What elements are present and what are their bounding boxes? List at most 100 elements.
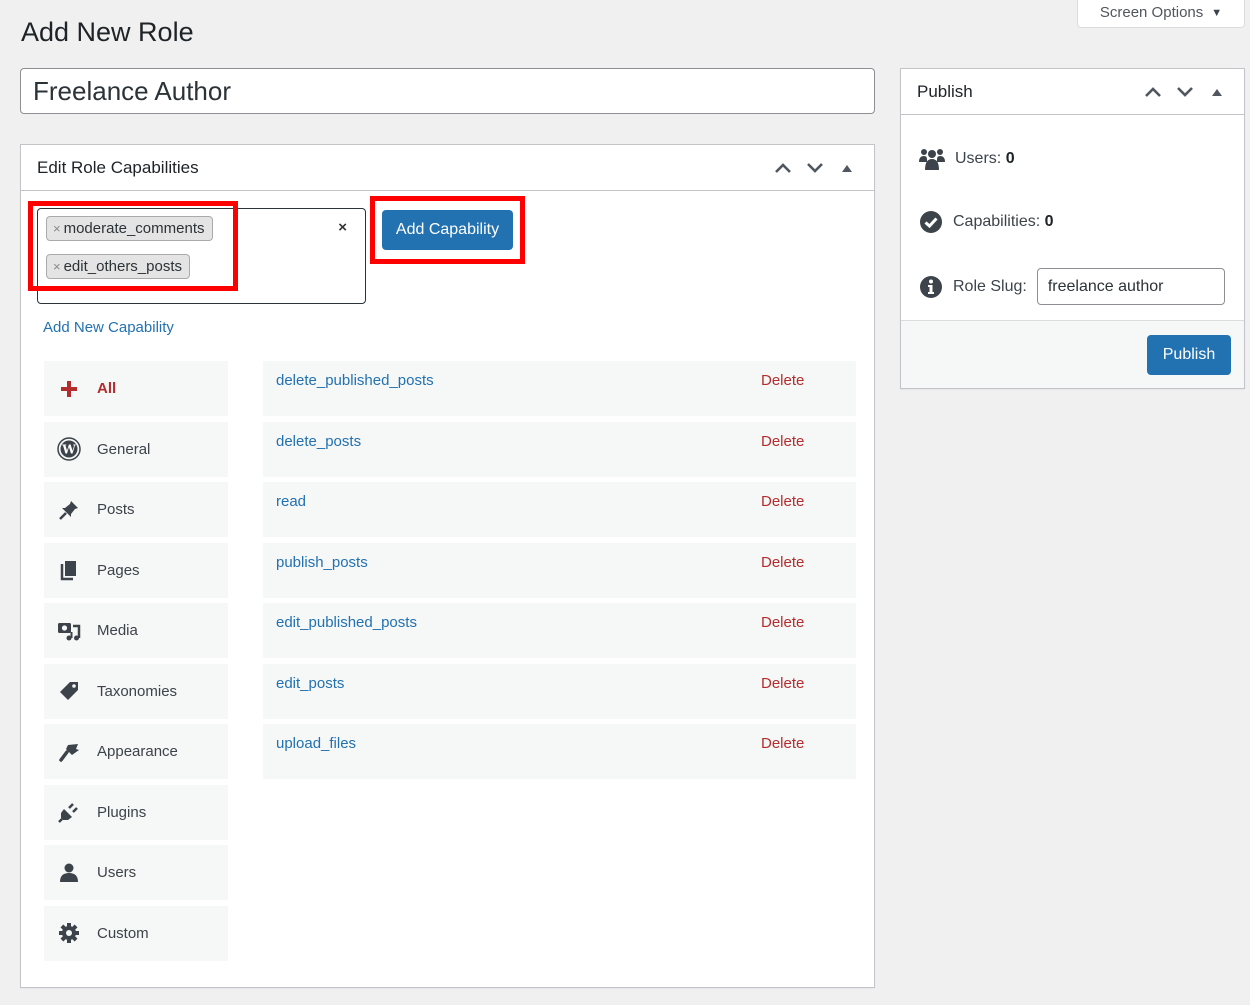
media-icon xyxy=(56,618,82,644)
tag-label: edit_others_posts xyxy=(63,258,183,275)
capability-link[interactable]: edit_published_posts xyxy=(276,614,417,631)
users-count-row: Users: 0 xyxy=(919,147,1015,171)
postbox-header: Publish xyxy=(901,69,1244,115)
category-label: General xyxy=(97,440,151,458)
category-all[interactable]: All xyxy=(44,361,228,416)
users-group-icon xyxy=(919,149,945,170)
plug-icon xyxy=(56,799,82,825)
postbox-title: Publish xyxy=(917,81,973,101)
chevron-up-icon xyxy=(775,162,791,173)
handle-actions xyxy=(1140,79,1230,105)
capability-category-list: All W General Posts Pages Media Taxonomi… xyxy=(44,361,228,966)
capability-link[interactable]: read xyxy=(276,493,306,510)
move-up-button[interactable] xyxy=(770,155,796,181)
publish-button[interactable]: Publish xyxy=(1147,335,1231,375)
delete-capability-link[interactable]: Delete xyxy=(761,493,804,510)
capabilities-label: Capabilities: xyxy=(953,213,1041,230)
capability-row: read Delete xyxy=(263,482,856,537)
category-plugins[interactable]: Plugins xyxy=(44,784,228,840)
move-down-button[interactable] xyxy=(802,155,828,181)
remove-tag-icon[interactable]: × xyxy=(53,259,61,274)
role-slug-input[interactable] xyxy=(1036,268,1225,305)
remove-tag-icon[interactable]: × xyxy=(53,221,61,236)
category-posts[interactable]: Posts xyxy=(44,482,228,537)
triangle-up-icon xyxy=(1212,88,1222,96)
category-label: Media xyxy=(97,622,138,639)
add-new-capability-link[interactable]: Add New Capability xyxy=(43,319,174,336)
category-media[interactable]: Media xyxy=(44,603,228,658)
capability-row: delete_published_posts Delete xyxy=(263,361,856,416)
postbox-header: Edit Role Capabilities xyxy=(21,145,874,191)
capability-link[interactable]: edit_posts xyxy=(276,675,344,692)
toggle-panel-button[interactable] xyxy=(834,155,860,181)
category-general[interactable]: W General xyxy=(44,421,228,477)
delete-capability-link[interactable]: Delete xyxy=(761,735,804,752)
role-name-input[interactable] xyxy=(20,68,875,114)
add-capability-button[interactable]: Add Capability xyxy=(382,210,513,250)
postbox-title: Edit Role Capabilities xyxy=(37,157,199,177)
capability-multiselect[interactable]: × moderate_comments × edit_others_posts … xyxy=(37,208,366,304)
users-label: Users: xyxy=(955,150,1002,167)
move-down-button[interactable] xyxy=(1172,79,1198,105)
chevron-down-icon xyxy=(1177,86,1193,97)
info-icon xyxy=(920,275,942,298)
check-circle-icon xyxy=(920,211,942,233)
delete-capability-link[interactable]: Delete xyxy=(761,614,804,631)
capability-row: upload_files Delete xyxy=(263,724,856,779)
capability-link[interactable]: delete_published_posts xyxy=(276,372,434,389)
chevron-up-icon xyxy=(1145,86,1161,97)
capability-row: edit_posts Delete xyxy=(263,663,856,719)
tag-icon xyxy=(56,678,82,704)
svg-text:W: W xyxy=(61,443,76,457)
delete-capability-link[interactable]: Delete xyxy=(761,433,804,450)
category-taxonomies[interactable]: Taxonomies xyxy=(44,663,228,719)
pushpin-icon xyxy=(56,497,82,523)
capability-list: delete_published_posts Delete delete_pos… xyxy=(263,361,856,785)
toggle-panel-button[interactable] xyxy=(1204,79,1230,105)
screen-options-button[interactable]: Screen Options ▼ xyxy=(1077,0,1245,28)
triangle-up-icon xyxy=(842,164,852,172)
capability-row: publish_posts Delete xyxy=(263,542,856,598)
page-title: Add New Role xyxy=(21,17,194,47)
capabilities-count-row: Capabilities: 0 xyxy=(919,210,1054,234)
capability-link[interactable]: upload_files xyxy=(276,735,356,752)
users-count: 0 xyxy=(1005,150,1015,167)
chevron-down-icon xyxy=(807,162,823,173)
gear-icon xyxy=(56,920,82,946)
category-label: Custom xyxy=(97,924,149,942)
selected-tag: × moderate_comments xyxy=(46,216,213,241)
delete-capability-link[interactable]: Delete xyxy=(761,372,804,389)
publish-box: Publish Users: 0 Capabilities: 0 Role Sl… xyxy=(900,68,1245,389)
role-slug-row: Role Slug: xyxy=(919,268,1225,305)
capability-row: edit_published_posts Delete xyxy=(263,603,856,658)
wordpress-icon: W xyxy=(56,436,82,462)
category-label: Appearance xyxy=(97,743,178,760)
capability-link[interactable]: delete_posts xyxy=(276,433,361,450)
caret-down-icon: ▼ xyxy=(1211,6,1223,19)
category-users[interactable]: Users xyxy=(44,845,228,900)
publish-actions: Publish xyxy=(901,320,1244,388)
delete-capability-link[interactable]: Delete xyxy=(761,675,804,692)
capability-row: delete_posts Delete xyxy=(263,421,856,477)
user-icon xyxy=(56,860,82,886)
delete-capability-link[interactable]: Delete xyxy=(761,554,804,571)
category-label: Users xyxy=(97,864,137,881)
pages-icon xyxy=(56,557,82,583)
category-label: Plugins xyxy=(97,803,147,821)
category-custom[interactable]: Custom xyxy=(44,905,228,961)
category-label: All xyxy=(97,380,117,397)
category-label: Posts xyxy=(97,501,135,518)
edit-role-capabilities-box: Edit Role Capabilities × moderate_commen… xyxy=(20,144,875,988)
category-pages[interactable]: Pages xyxy=(44,542,228,598)
category-appearance[interactable]: Appearance xyxy=(44,724,228,779)
role-slug-label: Role Slug: xyxy=(953,277,1027,295)
handle-actions xyxy=(770,155,860,181)
paintbrush-icon xyxy=(56,739,82,765)
plus-icon xyxy=(56,376,82,402)
capability-link[interactable]: publish_posts xyxy=(276,554,368,571)
screen-options-label: Screen Options xyxy=(1099,4,1204,21)
capabilities-count: 0 xyxy=(1044,213,1054,230)
clear-all-icon[interactable]: × xyxy=(338,219,347,236)
move-up-button[interactable] xyxy=(1140,79,1166,105)
category-label: Taxonomies xyxy=(97,682,178,700)
